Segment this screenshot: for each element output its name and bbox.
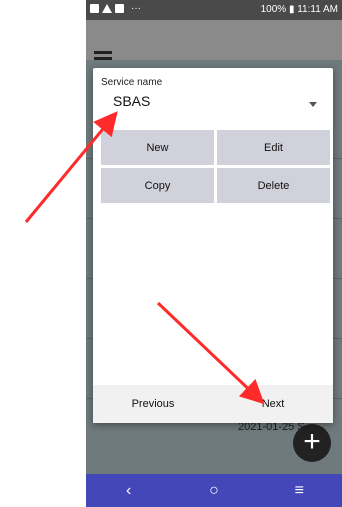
annotation-arrow-to-next: [156, 301, 265, 405]
annotation-overlay: [24, 111, 265, 405]
annotation-arrow-to-service: [24, 111, 118, 223]
